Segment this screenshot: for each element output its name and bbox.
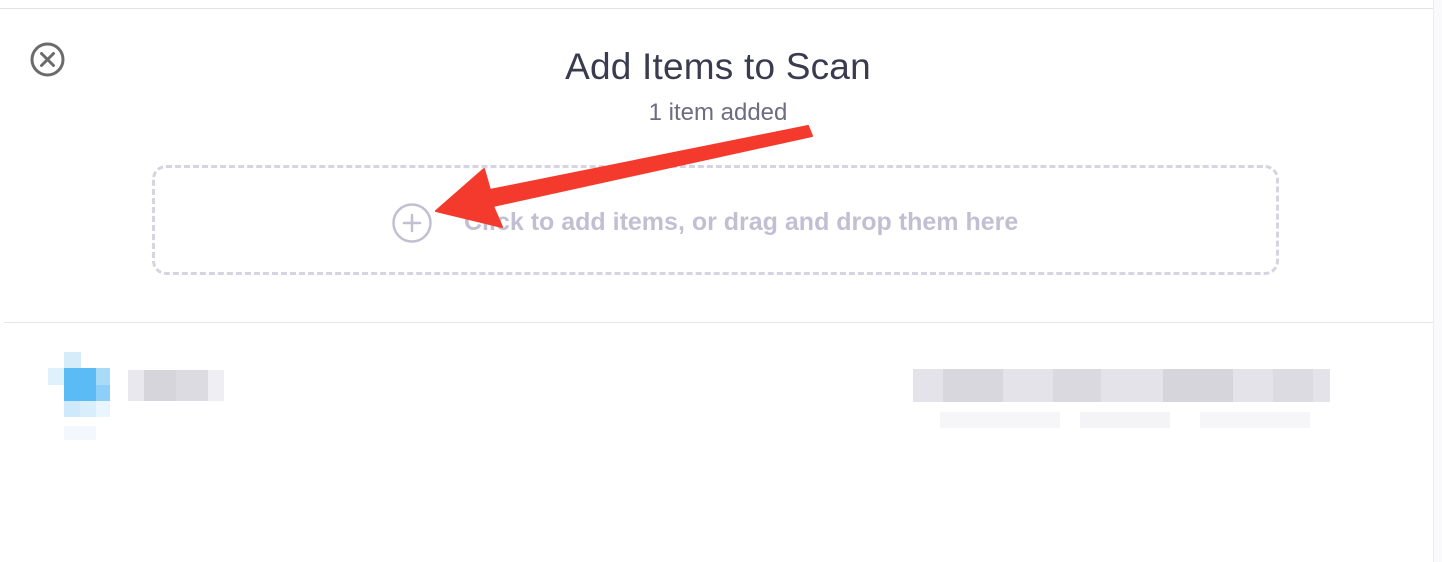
item-name-redacted [128, 370, 224, 401]
items-count-label: 1 item added [648, 99, 788, 126]
folder-icon [48, 352, 112, 444]
item-path-redacted [913, 369, 1330, 402]
dropzone-label[interactable]: Click to add items, or drag and drop the… [464, 208, 1018, 237]
plus-circle-icon[interactable] [391, 202, 433, 244]
item-detail-redacted [940, 412, 1310, 428]
divider [4, 322, 1433, 323]
dialog-title: Add Items to Scan [565, 46, 871, 87]
top-border [0, 0, 1442, 9]
